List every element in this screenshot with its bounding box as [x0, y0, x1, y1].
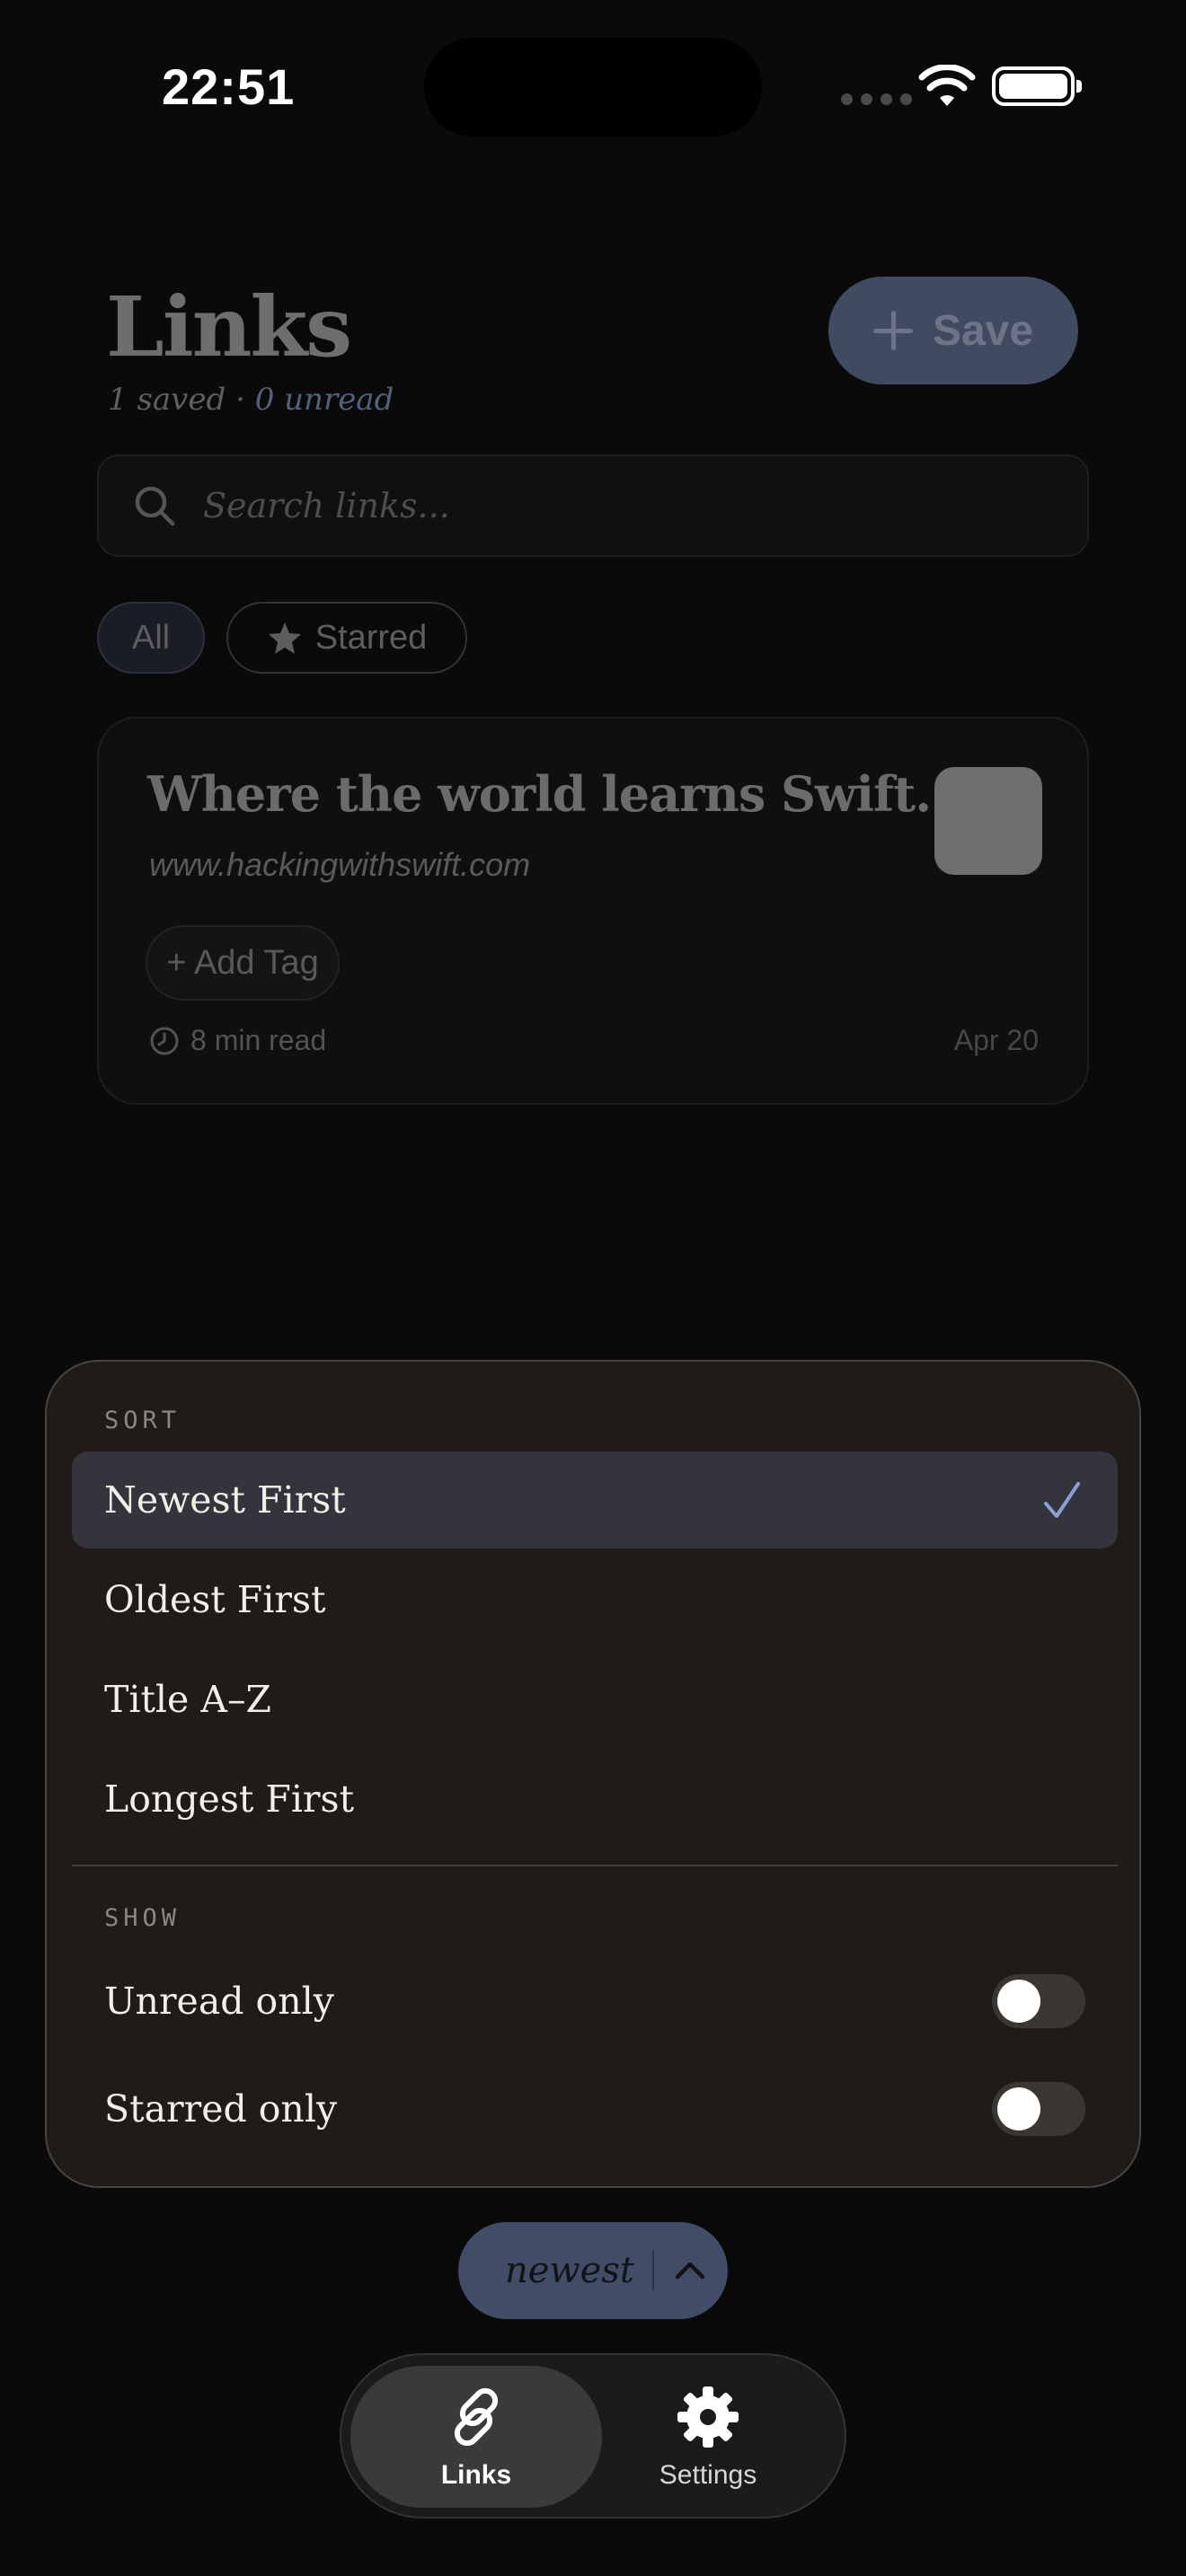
show-section-label: SHOW: [104, 1904, 181, 1932]
clock-icon: [150, 1027, 179, 1054]
gear-icon: [677, 2386, 739, 2448]
checkmark-icon: [1044, 1482, 1080, 1518]
sort-option-newest[interactable]: Newest First: [72, 1451, 1118, 1548]
page-title: Links: [106, 278, 352, 375]
tab-bar: Links Settings: [340, 2353, 846, 2519]
add-tag-button[interactable]: + Add Tag: [146, 925, 340, 1001]
saved-count: 1 saved: [108, 382, 226, 418]
sort-option-longest[interactable]: Longest First: [72, 1751, 1118, 1848]
sort-option-title[interactable]: Title A–Z: [72, 1651, 1118, 1748]
link-thumbnail: [934, 767, 1042, 875]
link-title: Where the world learns Swift.: [147, 765, 932, 823]
sort-option-oldest[interactable]: Oldest First: [72, 1551, 1118, 1648]
filter-all-chip[interactable]: All: [97, 602, 205, 674]
sort-option-label: Oldest First: [104, 1578, 326, 1621]
pill-separator: [651, 2250, 654, 2291]
tab-settings[interactable]: Settings: [582, 2366, 834, 2508]
starred-only-toggle[interactable]: [992, 2082, 1085, 2136]
tab-links[interactable]: Links: [350, 2366, 602, 2508]
filter-starred-label: Starred: [314, 618, 428, 657]
search-bar[interactable]: [97, 454, 1089, 557]
sort-option-label: Title A–Z: [104, 1678, 271, 1721]
search-icon: [135, 486, 175, 526]
subtitle-separator: ·: [226, 382, 255, 418]
page-subtitle: 1 saved · 0 unread: [108, 382, 394, 418]
sort-option-label: Newest First: [104, 1478, 346, 1522]
filter-starred-chip[interactable]: Starred: [226, 602, 467, 674]
chevron-up-icon: [675, 2262, 705, 2280]
unread-only-row: Unread only: [104, 1956, 1085, 2046]
unread-only-toggle[interactable]: [992, 1974, 1085, 2028]
read-time-label: 8 min read: [190, 1024, 327, 1056]
tab-settings-label: Settings: [659, 2460, 757, 2490]
add-tag-label: + Add Tag: [166, 943, 319, 982]
save-link-button[interactable]: Save: [828, 277, 1078, 384]
link-card[interactable]: Where the world learns Swift. www.hackin…: [97, 717, 1089, 1105]
sort-menu-button[interactable]: newest: [458, 2222, 728, 2319]
save-button-label: Save: [932, 306, 1034, 355]
unread-only-label: Unread only: [104, 1980, 334, 2023]
unread-count: 0 unread: [254, 382, 394, 418]
menu-divider: [72, 1865, 1118, 1866]
link-icon: [454, 2387, 499, 2447]
link-date: Apr 20: [953, 1024, 1039, 1056]
read-time: 8 min read: [149, 1024, 326, 1057]
sort-option-label: Longest First: [104, 1778, 355, 1821]
starred-only-row: Starred only: [104, 2064, 1085, 2154]
link-url: www.hackingwithswift.com: [149, 846, 531, 883]
current-sort-label: newest: [505, 2250, 634, 2291]
sort-filter-menu: SORT Newest First Oldest First Title A–Z…: [45, 1360, 1141, 2188]
plus-icon: [872, 311, 913, 350]
star-icon: [268, 622, 301, 654]
sort-section-label: SORT: [104, 1407, 181, 1434]
tab-links-label: Links: [440, 2460, 512, 2490]
search-input[interactable]: [203, 486, 1012, 525]
starred-only-label: Starred only: [104, 2087, 338, 2130]
filter-all-label: All: [131, 618, 171, 657]
links-screen: Links 1 saved · 0 unread Save All Starre…: [0, 0, 1186, 1365]
